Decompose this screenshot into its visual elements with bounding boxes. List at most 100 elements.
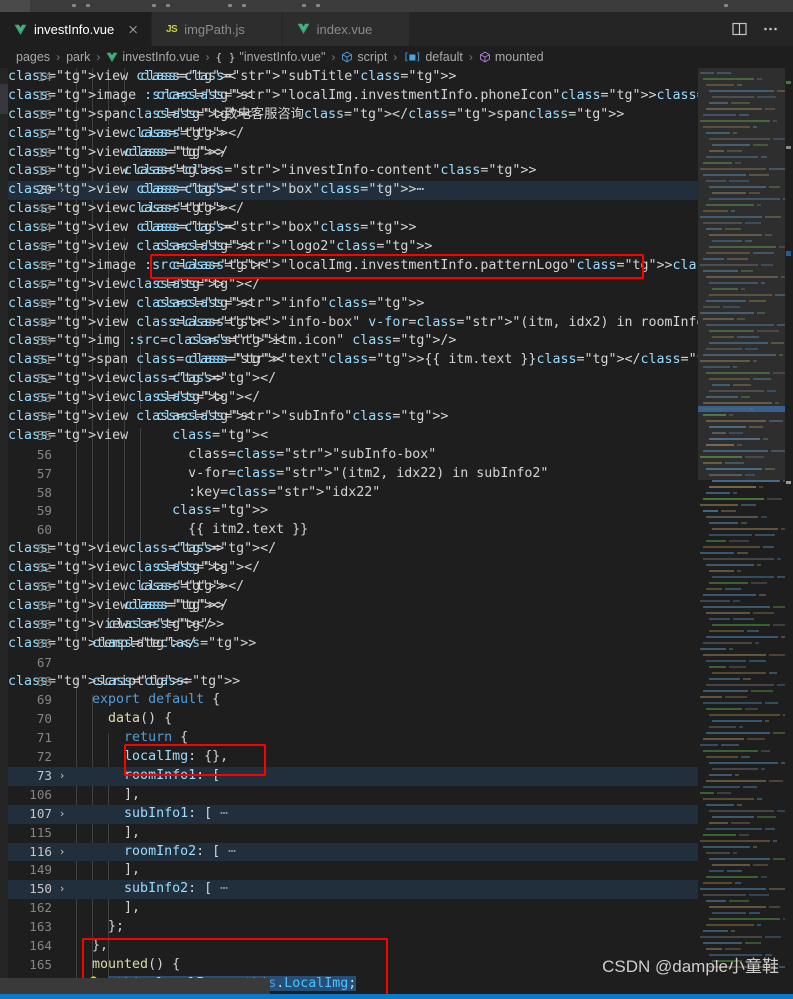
code-line[interactable]: 164 }, <box>8 937 698 956</box>
menu-item-mark[interactable] <box>86 4 90 7</box>
code-line[interactable]: 47 class="tg"></class="tg">viewclass="tg… <box>8 276 698 295</box>
code-line[interactable]: 65 class="tg"></class="tg">viewclass="tg… <box>8 616 698 635</box>
braces-icon: { } <box>215 50 236 64</box>
breadcrumb-item-default[interactable]: [■] default <box>403 50 463 64</box>
code-line[interactable]: 66 class="tg"></class="tg">templateclass… <box>8 635 698 654</box>
code-line[interactable]: 54 class="tg">< class="tg">view class=cla… <box>8 408 698 427</box>
line-number: 47 <box>36 276 52 292</box>
code-line[interactable]: 17 class="tg"></class="tg">viewclass="tg… <box>8 125 698 144</box>
code-editor[interactable]: 14 class="tg">< class="tg">view class=cla… <box>8 68 698 994</box>
tab-label: index.vue <box>316 21 373 37</box>
code-line[interactable]: 45 class="tg">< class="tg">view class=cla… <box>8 238 698 257</box>
line-number: 60 <box>36 522 52 538</box>
code-line[interactable]: 62 class="tg"></class="tg">viewclass="tg… <box>8 559 698 578</box>
menu-item-mark[interactable] <box>242 4 246 7</box>
activity-bar-strip[interactable] <box>0 68 8 994</box>
code-line[interactable]: 70 data() { <box>8 710 698 729</box>
menu-item-mark[interactable] <box>316 4 320 7</box>
menu-item-mark[interactable] <box>302 4 306 7</box>
window-menu-corner[interactable] <box>0 0 30 12</box>
code-line[interactable]: 56 class=class="str">"subInfo-box" <box>8 446 698 465</box>
breadcrumb-item-script[interactable]: script <box>341 50 387 64</box>
code-line[interactable]: 18 class="tg"></class="tg">viewclass="tg… <box>8 144 698 163</box>
code-line[interactable]: 64 class="tg"></class="tg">viewclass="tg… <box>8 597 698 616</box>
fold-chevron-icon[interactable]: › <box>56 843 68 862</box>
code-line[interactable]: 14 class="tg">< class="tg">view class=cla… <box>8 68 698 87</box>
code-line[interactable]: 72 localImg: {}, <box>8 748 698 767</box>
line-number: 70 <box>36 711 52 727</box>
code-text: export default { <box>92 692 221 708</box>
code-line[interactable]: 149 ], <box>8 861 698 880</box>
code-text: class="tg"></ <box>124 597 229 613</box>
breadcrumb-item-file-symbol[interactable]: { } "investInfo.vue" <box>216 50 326 64</box>
code-line[interactable]: 116 › roomInfo2: [ ⋯ <box>8 842 698 862</box>
code-line[interactable]: 19 class="tg">< class="tg">view class=cla… <box>8 162 698 181</box>
code-text: class="tg">< <box>188 352 285 368</box>
menu-item-mark[interactable] <box>72 4 76 7</box>
breadcrumb-item-investInfo-vue[interactable]: investInfo.vue <box>106 50 200 64</box>
code-line[interactable]: 73 › roomInfo1: [ ⋯ <box>8 766 698 786</box>
close-icon[interactable]: × <box>127 23 139 37</box>
code-text: localImg: {}, <box>124 749 229 765</box>
split-editor-icon[interactable] <box>731 21 748 37</box>
fold-chevron-icon[interactable]: › <box>56 880 68 899</box>
window-control-mark[interactable] <box>724 4 728 7</box>
code-line[interactable]: 71 return { <box>8 729 698 748</box>
status-bar[interactable] <box>0 994 793 999</box>
code-line[interactable]: 150 › subInfo2: [ ⋯ <box>8 880 698 900</box>
code-line[interactable]: 58 :key=class="str">"idx22" <box>8 484 698 503</box>
code-line[interactable]: 57 v-for=class="str">"(itm2, idx22) in s… <box>8 465 698 484</box>
code-line[interactable]: 165 mounted() { <box>8 956 698 975</box>
breadcrumb-label: mounted <box>494 50 544 64</box>
code-line[interactable]: 59 class="tg">> <box>8 502 698 521</box>
menu-item-mark[interactable] <box>228 4 232 7</box>
line-number: 44 <box>36 220 52 236</box>
breadcrumb-item-park[interactable]: park <box>66 50 90 64</box>
line-number: 69 <box>36 692 52 708</box>
code-line[interactable]: 55 class="tg">< class="tg">view <box>8 427 698 446</box>
minimap[interactable] <box>698 68 793 994</box>
line-number: 72 <box>36 749 52 765</box>
code-line[interactable]: 53 class="tg"></class="tg">viewclass="tg… <box>8 389 698 408</box>
breadcrumb-item-pages[interactable]: pages <box>16 50 50 64</box>
code-line[interactable]: 52 class="tg"></class="tg">viewclass="tg… <box>8 370 698 389</box>
fold-chevron-icon[interactable]: › <box>56 805 68 824</box>
code-line[interactable]: 106 ], <box>8 786 698 805</box>
fold-chevron-icon[interactable]: › <box>56 767 68 786</box>
code-line[interactable]: 107 › subInfo1: [ ⋯ <box>8 804 698 824</box>
code-line[interactable]: 43 class="tg"></class="tg">viewclass="tg… <box>8 200 698 219</box>
breadcrumb-item-mounted[interactable]: mounted <box>479 50 544 64</box>
code-text: class="tg"></ <box>156 560 261 576</box>
code-line[interactable]: 69 export default { <box>8 691 698 710</box>
minimap-slider[interactable] <box>698 68 785 480</box>
code-line[interactable]: 51 class="tg">< class="tg">span class=cla… <box>8 351 698 370</box>
editor-scrollbar[interactable] <box>785 68 793 994</box>
code-line[interactable]: 63 class="tg"></class="tg">viewclass="tg… <box>8 578 698 597</box>
line-number: 49 <box>36 314 52 330</box>
code-line[interactable]: 46 class="tg">< class="tg">image :src=cla… <box>8 257 698 276</box>
code-line[interactable]: 44 class="tg">< class="tg">view class=cla… <box>8 219 698 238</box>
code-line[interactable]: 163 }; <box>8 918 698 937</box>
code-line[interactable]: 16 class="tg">< class="tg">spanclass="tg"… <box>8 106 698 125</box>
code-line[interactable]: 68 class="tg">< class="tg">scriptclass="t… <box>8 673 698 692</box>
code-text: class="tg">< <box>156 106 253 122</box>
tab-imgPath-js[interactable]: JS imgPath.js × <box>151 12 283 46</box>
code-line[interactable]: 67 <box>8 654 698 673</box>
code-line[interactable]: 60 {{ itm2.text }} <box>8 521 698 540</box>
code-line[interactable]: 162 ], <box>8 899 698 918</box>
fold-chevron-icon[interactable]: › <box>56 181 68 200</box>
menu-item-mark[interactable] <box>166 4 170 7</box>
menu-item-mark[interactable] <box>152 4 156 7</box>
code-line[interactable]: 50 class="tg">< class="tg">img :src=class… <box>8 332 698 351</box>
code-line[interactable]: 48 class="tg">< class="tg">view class=cla… <box>8 295 698 314</box>
code-line[interactable]: 49 class="tg">< class="tg">view class=cla… <box>8 314 698 333</box>
more-actions-icon[interactable] <box>762 21 779 37</box>
code-line[interactable]: 20 › class="tg">< class="tg">view class=cl… <box>8 181 698 201</box>
code-line[interactable]: 115 ], <box>8 824 698 843</box>
code-line[interactable]: 15 class="tg">< class="tg">image :src=cla… <box>8 87 698 106</box>
tab-index-vue[interactable]: index.vue × <box>282 12 411 46</box>
tab-investInfo-vue[interactable]: investInfo.vue × <box>0 12 152 46</box>
editor-area: 14 class="tg">< class="tg">view class=cla… <box>0 68 793 994</box>
line-number: 64 <box>36 597 52 613</box>
code-line[interactable]: 61 class="tg"></class="tg">viewclass="tg… <box>8 540 698 559</box>
